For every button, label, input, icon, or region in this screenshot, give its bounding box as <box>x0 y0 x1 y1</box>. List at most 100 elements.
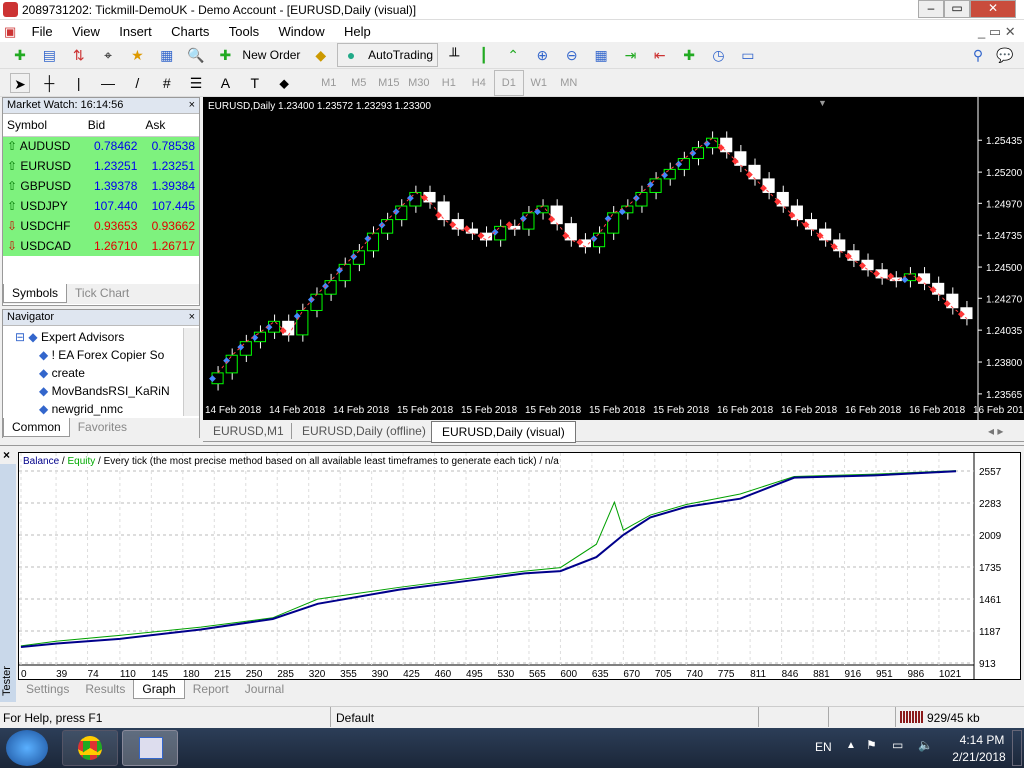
tab-scroll-arrows[interactable]: ◂ ▸ <box>988 424 1003 438</box>
timeframe-w1[interactable]: W1 <box>524 70 554 96</box>
templates-icon[interactable]: ▭ <box>738 45 758 65</box>
trendline-icon[interactable]: / <box>127 73 147 93</box>
line-chart-icon[interactable]: ⌃ <box>503 45 523 65</box>
chart-tab-daily-offline[interactable]: EURUSD,Daily (offline) <box>291 423 436 439</box>
periods-icon[interactable]: ◷ <box>708 45 728 65</box>
menu-tools[interactable]: Tools <box>221 20 267 39</box>
timeframe-h1[interactable]: H1 <box>434 70 464 96</box>
crosshair-data-window-icon[interactable]: ⌖ <box>98 45 118 65</box>
tab-settings[interactable]: Settings <box>18 680 77 698</box>
menu-view[interactable]: View <box>64 20 108 39</box>
new-order-button[interactable]: ✚ New Order <box>212 44 304 63</box>
arrows-icon[interactable]: ⬥ <box>274 73 294 93</box>
child-window-controls[interactable]: _ ▭ ✕ <box>970 20 1024 40</box>
metaeditor-icon[interactable]: ◆ <box>311 45 331 65</box>
menu-window[interactable]: Window <box>270 20 332 39</box>
menu-insert[interactable]: Insert <box>111 20 160 39</box>
timeframe-h4[interactable]: H4 <box>464 70 494 96</box>
market-watch-row[interactable]: ⇩ USDCHF 0.93653 0.93662 <box>3 216 199 236</box>
x-tick-label: 285 <box>277 669 294 679</box>
start-button[interactable] <box>6 730 48 766</box>
market-watch-icon[interactable]: ⇅ <box>69 45 89 65</box>
crosshair-icon[interactable]: ┼ <box>39 73 59 93</box>
tab-common[interactable]: Common <box>3 418 70 437</box>
close-icon[interactable]: × <box>189 99 195 111</box>
column-header-bid[interactable]: Bid <box>83 114 142 137</box>
navigator-item[interactable]: ◆ MovBandsRSI_KaRiN <box>15 382 199 400</box>
tile-windows-icon[interactable]: ▦ <box>591 45 611 65</box>
bar-chart-icon[interactable]: ╨ <box>444 45 464 65</box>
menu-file[interactable]: File <box>24 20 61 39</box>
text-label-icon[interactable]: T <box>245 73 265 93</box>
action-center-flag-icon[interactable]: ⚑ <box>866 738 877 752</box>
close-button[interactable]: ✕ <box>970 0 1016 18</box>
show-hidden-icons[interactable]: ▲ <box>846 740 856 751</box>
market-watch-row[interactable]: ⇧ GBPUSD 1.39378 1.39384 <box>3 176 199 196</box>
market-watch-row[interactable]: ⇧ EURUSD 1.23251 1.23251 <box>3 156 199 176</box>
terminal-icon[interactable]: ▦ <box>157 45 177 65</box>
menu-help[interactable]: Help <box>336 20 379 39</box>
price-chart[interactable]: 1.25435 1.25200 1.24970 1.24735 1.24500 1.242… <box>203 97 1024 420</box>
profiles-icon[interactable]: ▤ <box>39 45 59 65</box>
navigator-item[interactable]: ◆ newgrid_nmc <box>15 400 199 418</box>
tester-close-icon[interactable]: × <box>3 448 10 462</box>
tab-tick-chart[interactable]: Tick Chart <box>67 284 137 302</box>
candlestick-icon[interactable]: ┃ <box>474 45 494 65</box>
chat-icon[interactable]: 💬 <box>995 45 1015 65</box>
tab-graph[interactable]: Graph <box>133 680 185 699</box>
language-indicator[interactable]: EN <box>815 740 832 754</box>
menu-charts[interactable]: Charts <box>163 20 217 39</box>
navigator-scrollbar[interactable] <box>183 328 199 416</box>
navigator-item[interactable]: ◆ ! EA Forex Copier So <box>15 346 199 364</box>
column-header-ask[interactable]: Ask <box>141 114 199 137</box>
navigator-icon[interactable]: ★ <box>127 45 147 65</box>
market-watch-row[interactable]: ⇩ USDCAD 1.26710 1.26717 <box>3 236 199 256</box>
chart-tab-daily-visual[interactable]: EURUSD,Daily (visual) <box>431 421 576 443</box>
new-chart-icon[interactable]: ✚ <box>10 45 30 65</box>
volume-icon[interactable]: 🔈 <box>918 738 933 752</box>
equidistant-channel-icon[interactable]: # <box>157 73 177 93</box>
minimize-button[interactable]: – <box>918 0 944 18</box>
zoom-out-icon[interactable]: ⊖ <box>562 45 582 65</box>
cursor-icon[interactable]: ➤ <box>10 73 30 93</box>
clock-date[interactable]: 2/21/2018 <box>946 750 1012 764</box>
indicators-icon[interactable]: ✚ <box>679 45 699 65</box>
timeframe-mn[interactable]: MN <box>554 70 584 96</box>
column-header-symbol[interactable]: Symbol <box>3 114 84 137</box>
horizontal-line-icon[interactable]: — <box>98 73 118 93</box>
timeframe-m30[interactable]: M30 <box>404 70 434 96</box>
fibonacci-icon[interactable]: ☰ <box>186 73 206 93</box>
timeframe-d1[interactable]: D1 <box>493 70 524 96</box>
tab-symbols[interactable]: Symbols <box>3 284 68 303</box>
taskbar-metatrader[interactable] <box>122 730 178 766</box>
chart-shift-icon[interactable]: ⇥ <box>620 45 640 65</box>
chart-header: EURUSD,Daily 1.23400 1.23572 1.23293 1.2… <box>208 101 431 112</box>
text-icon[interactable]: A <box>215 73 235 93</box>
market-watch-row[interactable]: ⇧ USDJPY 107.440 107.445 <box>3 196 199 216</box>
tab-results[interactable]: Results <box>77 680 133 698</box>
maximize-button[interactable]: ▭ <box>944 0 970 18</box>
show-desktop-button[interactable] <box>1012 730 1022 766</box>
tab-report[interactable]: Report <box>185 680 237 698</box>
zoom-in-icon[interactable]: ⊕ <box>532 45 552 65</box>
navigator-item[interactable]: ◆ create <box>15 364 199 382</box>
tab-favorites[interactable]: Favorites <box>70 418 135 436</box>
symbol: GBPUSD <box>20 179 72 193</box>
tab-journal[interactable]: Journal <box>237 680 292 698</box>
strategy-tester-icon[interactable]: 🔍 <box>186 45 206 65</box>
autotrading-button[interactable]: ● AutoTrading <box>337 43 439 67</box>
timeframe-m15[interactable]: M15 <box>374 70 404 96</box>
timeframe-m1[interactable]: M1 <box>314 70 344 96</box>
clock-time[interactable]: 4:14 PM <box>952 733 1012 747</box>
chart-tab-m1[interactable]: EURUSD,M1 <box>203 423 294 439</box>
autoscroll-icon[interactable]: ⇤ <box>650 45 670 65</box>
market-watch-row[interactable]: ⇧ AUDUSD 0.78462 0.78538 <box>3 136 199 156</box>
close-icon[interactable]: × <box>189 311 195 323</box>
tree-node-expert-advisors[interactable]: ⊟ ◆ Expert Advisors <box>15 328 199 346</box>
timeframe-m5[interactable]: M5 <box>344 70 374 96</box>
search-icon[interactable]: ⚲ <box>968 45 988 65</box>
network-icon[interactable]: ▭ <box>892 738 903 752</box>
buy-arrow-icon: ◆ <box>704 138 711 148</box>
vertical-line-icon[interactable]: | <box>69 73 89 93</box>
taskbar-chrome[interactable] <box>62 730 118 766</box>
